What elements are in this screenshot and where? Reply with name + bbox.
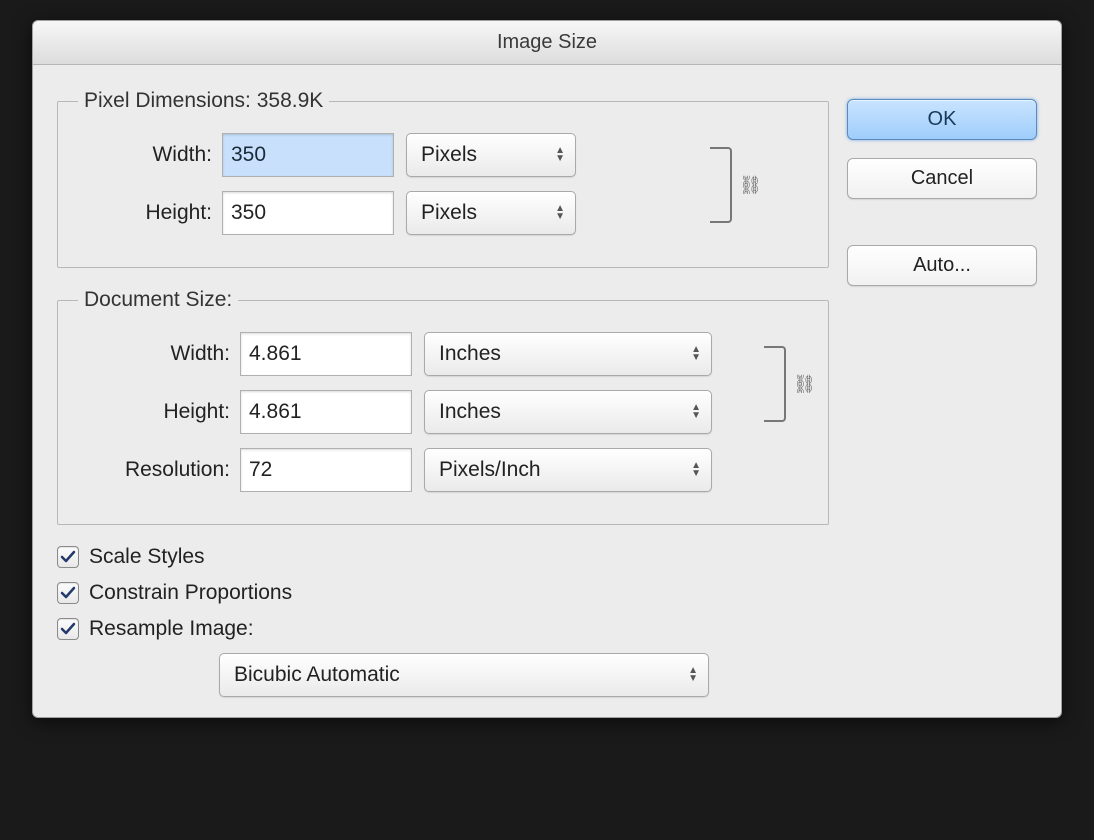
constrain-proportions-row: Constrain Proportions [57,581,829,605]
dialog-title: Image Size [33,21,1061,65]
doc-width-input[interactable] [240,332,412,376]
pixel-height-unit-select[interactable]: Pixels ▲▼ [406,191,576,235]
resolution-unit-select[interactable]: Pixels/Inch ▲▼ [424,448,712,492]
constrain-link-bracket [710,147,732,223]
document-size-legend: Document Size: [78,288,238,312]
checkmark-icon [60,585,76,601]
resample-image-row: Resample Image: [57,617,829,641]
chevron-updown-icon: ▲▼ [691,346,701,362]
chain-link-icon: ⛓ [793,374,816,395]
pixel-height-unit-value: Pixels [421,201,477,225]
scale-styles-label: Scale Styles [89,545,205,569]
pixel-width-label: Width: [72,143,222,167]
doc-width-label: Width: [72,342,240,366]
resample-image-label: Resample Image: [89,617,254,641]
constrain-proportions-checkbox[interactable] [57,582,79,604]
resolution-label: Resolution: [72,458,240,482]
image-size-dialog: Image Size Pixel Dimensions: 358.9K Widt… [32,20,1062,718]
pixel-height-input[interactable] [222,191,394,235]
pixel-height-label: Height: [72,201,222,225]
doc-height-label: Height: [72,400,240,424]
doc-height-unit-select[interactable]: Inches ▲▼ [424,390,712,434]
auto-button[interactable]: Auto... [847,245,1037,286]
doc-height-input[interactable] [240,390,412,434]
resolution-input[interactable] [240,448,412,492]
chevron-updown-icon: ▲▼ [688,667,698,683]
cancel-button[interactable]: Cancel [847,158,1037,199]
pixel-width-unit-value: Pixels [421,143,477,167]
chevron-updown-icon: ▲▼ [555,205,565,221]
checkmark-icon [60,549,76,565]
pixel-width-input[interactable] [222,133,394,177]
chain-link-icon: ⛓ [739,175,762,196]
constrain-link-bracket [764,346,786,422]
checkmark-icon [60,621,76,637]
ok-button[interactable]: OK [847,99,1037,140]
chevron-updown-icon: ▲▼ [691,462,701,478]
pixel-width-unit-select[interactable]: Pixels ▲▼ [406,133,576,177]
resample-method-value: Bicubic Automatic [234,663,400,687]
resample-method-select[interactable]: Bicubic Automatic ▲▼ [219,653,709,697]
doc-width-unit-value: Inches [439,342,501,366]
constrain-proportions-label: Constrain Proportions [89,581,292,605]
resolution-unit-value: Pixels/Inch [439,458,541,482]
resample-image-checkbox[interactable] [57,618,79,640]
doc-height-unit-value: Inches [439,400,501,424]
pixel-dimensions-group: Pixel Dimensions: 358.9K Width: Pixels ▲… [57,89,829,268]
scale-styles-checkbox[interactable] [57,546,79,568]
pixel-dimensions-legend: Pixel Dimensions: 358.9K [78,89,329,113]
doc-width-unit-select[interactable]: Inches ▲▼ [424,332,712,376]
chevron-updown-icon: ▲▼ [555,147,565,163]
scale-styles-row: Scale Styles [57,545,829,569]
chevron-updown-icon: ▲▼ [691,404,701,420]
document-size-group: Document Size: Width: Inches ▲▼ Height: … [57,288,829,525]
